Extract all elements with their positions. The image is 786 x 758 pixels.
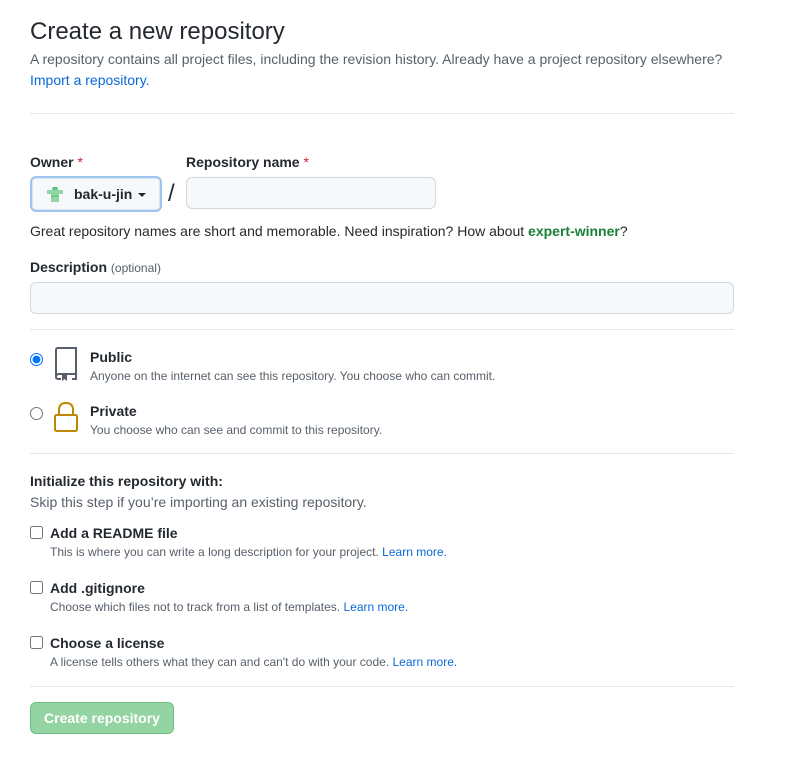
license-description-text: A license tells others what they can and… [50,655,390,669]
page-subtitle: A repository contains all project files,… [30,51,723,67]
shirt-avatar-icon [46,185,64,203]
gitignore-description-text: Choose which files not to track from a l… [50,600,341,614]
page-title: Create a new repository [30,18,285,45]
repository-name-input[interactable] [186,177,436,209]
divider [30,453,734,454]
gitignore-learn-more-link[interactable]: Learn more. [343,600,408,614]
public-description: Anyone on the internet can see this repo… [90,369,496,383]
readme-learn-more-link[interactable]: Learn more. [382,545,447,559]
license-checkbox[interactable] [30,636,43,649]
name-hint-text: Great repository names are short and mem… [30,223,529,239]
divider [30,329,734,330]
description-input[interactable] [30,282,734,314]
license-title: Choose a license [50,635,165,651]
repository-name-label: Repository name * [186,153,309,171]
description-label: Description (optional) [30,258,161,277]
gitignore-description: Choose which files not to track from a l… [50,600,408,615]
name-suggestion[interactable]: expert-winner [528,223,620,239]
owner-label: Owner * [30,153,83,171]
license-description: A license tells others what they can and… [50,655,457,670]
caret-down-icon [138,193,147,197]
owner-repo-separator: / [168,180,175,207]
owner-select[interactable]: bak-u-jin [30,176,162,212]
owner-name: bak-u-jin [74,186,133,202]
gitignore-checkbox[interactable] [30,581,43,594]
repository-name-label-text: Repository name [186,154,300,170]
name-hint-end: ? [619,223,628,239]
create-repository-button[interactable]: Create repository [30,702,174,734]
license-learn-more-link[interactable]: Learn more. [393,655,458,669]
lock-icon [52,401,80,433]
divider [30,686,734,687]
divider [30,113,734,114]
required-mark: * [303,154,309,170]
description-label-text: Description [30,259,108,275]
initialize-heading: Initialize this repository with: [30,473,223,489]
import-repository-link[interactable]: Import a repository. [30,71,150,89]
repo-icon [52,347,80,381]
readme-title: Add a README file [50,525,178,541]
readme-checkbox[interactable] [30,526,43,539]
initialize-subtext: Skip this step if you’re importing an ex… [30,494,367,510]
gitignore-title: Add .gitignore [50,580,145,596]
name-hint: Great repository names are short and mem… [30,222,628,240]
readme-description: This is where you can write a long descr… [50,545,447,560]
owner-label-text: Owner [30,154,74,170]
required-mark: * [77,154,83,170]
optional-tag: (optional) [110,261,161,275]
private-radio[interactable] [30,407,43,420]
public-title: Public [90,349,133,365]
readme-description-text: This is where you can write a long descr… [50,545,379,559]
private-title: Private [90,403,137,419]
private-description: You choose who can see and commit to thi… [90,423,383,437]
public-radio[interactable] [30,353,43,366]
